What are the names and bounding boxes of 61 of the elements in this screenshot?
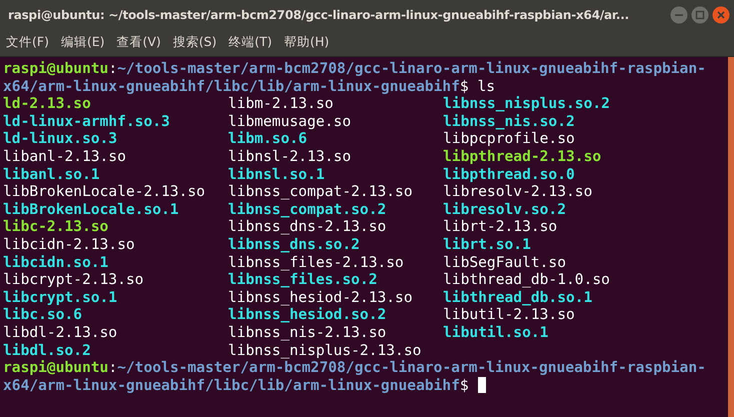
- menu-item[interactable]: 搜索(S): [172, 34, 217, 51]
- menu-item[interactable]: 查看(V): [116, 34, 161, 51]
- file-name: libm.so.6: [228, 130, 308, 148]
- menu-item[interactable]: 文件(F): [6, 34, 49, 51]
- file-name: libnss_nisplus.so.2: [443, 95, 610, 113]
- file-name: librt.so.1: [443, 236, 531, 254]
- file-name: libcrypt.so.1: [3, 288, 118, 306]
- terminal-text: libnss_hesiod-2.13.so: [228, 288, 413, 306]
- file-name: libpthread.so.0: [443, 166, 575, 184]
- terminal-text: $ ls: [460, 78, 496, 96]
- menu-item[interactable]: 编辑(E): [60, 34, 105, 51]
- terminal-text: librt-2.13.so: [443, 218, 558, 236]
- file-name: libBrokenLocale.so.1: [3, 200, 179, 218]
- terminal-text: libcrypt-2.13.so: [3, 271, 144, 289]
- terminal-text: libresolv-2.13.so: [443, 183, 592, 201]
- file-name: libanl.so.1: [3, 166, 100, 184]
- terminal-text: libnss_nis-2.13.so: [228, 324, 386, 342]
- terminal-text: libdl-2.13.so: [3, 324, 118, 342]
- terminal-text: :: [108, 60, 118, 78]
- menu-item[interactable]: 终端(T): [228, 34, 272, 51]
- file-name: ld-linux-armhf.so.3: [3, 112, 170, 130]
- menu-item[interactable]: 帮助(H): [284, 34, 330, 51]
- terminal-text: $: [460, 376, 469, 394]
- terminal-text: libcidn-2.13.so: [3, 236, 135, 254]
- terminal-text: libanl-2.13.so: [3, 148, 126, 166]
- file-name: ld-linux.so.3: [3, 130, 118, 148]
- file-name: libdl.so.2: [3, 342, 91, 360]
- terminal-text: libnss_dns-2.13.so: [228, 218, 386, 236]
- terminal-text: libnss_compat-2.13.so: [228, 183, 413, 201]
- terminal-text: :: [108, 359, 118, 377]
- prompt-path: ~/tools-master/arm-bcm2708/gcc-linaro-arm-linux-gnueabihf-raspbian-: [117, 60, 706, 78]
- terminal-text: libnsl-2.13.so: [228, 148, 352, 166]
- terminal-text: libBrokenLocale-2.13.so: [3, 183, 206, 201]
- file-name: libnss_nis.so.2: [443, 112, 575, 130]
- file-name: libresolv.so.2: [443, 200, 566, 218]
- file-name: libthread_db.so.1: [443, 288, 592, 306]
- file-name: libutil.so.1: [443, 324, 548, 342]
- terminal-text: libnss_files-2.13.so: [228, 254, 404, 272]
- file-name: libnss_compat.so.2: [228, 200, 386, 218]
- terminal-text: libmemusage.so: [228, 112, 352, 130]
- terminal-text: libSegFault.so: [443, 254, 566, 272]
- terminal-text: libnss_nisplus-2.13.so: [228, 342, 422, 360]
- terminal-text: libm-2.13.so: [228, 95, 334, 113]
- terminal-text: libpcprofile.so: [443, 130, 575, 148]
- file-name: libnsl.so.1: [228, 166, 325, 184]
- file-name: ld-2.13.so: [3, 95, 91, 113]
- terminal-text: libutil-2.13.so: [443, 306, 575, 324]
- file-name: libcidn.so.1: [3, 254, 108, 272]
- prompt-user: raspi@ubuntu: [3, 60, 108, 78]
- window-title: raspi@ubuntu: ~/tools-master/arm-bcm2708/gcc-linaro-arm-linux-gnueabihf-raspbian-x64/ar...: [8, 8, 630, 22]
- file-name: libc-2.13.so: [3, 218, 108, 236]
- file-name: libnss_dns.so.2: [228, 236, 360, 254]
- prompt-path: ~/tools-master/arm-bcm2708/gcc-linaro-arm-linux-gnueabihf-raspbian-: [117, 359, 706, 377]
- terminal-text: libthread_db-1.0.so: [443, 271, 610, 289]
- file-name: libnss_hesiod.so.2: [228, 306, 386, 324]
- prompt-path: x64/arm-linux-gnueabihf/libc/lib/arm-linux-gnueabihf: [3, 376, 460, 394]
- prompt-user: raspi@ubuntu: [3, 359, 108, 377]
- file-name: libnss_files.so.2: [228, 271, 378, 289]
- file-name: libc.so.6: [3, 306, 82, 324]
- file-name: libpthread-2.13.so: [443, 148, 602, 166]
- prompt-path: x64/arm-linux-gnueabihf/libc/lib/arm-linux-gnueabihf: [3, 78, 460, 96]
